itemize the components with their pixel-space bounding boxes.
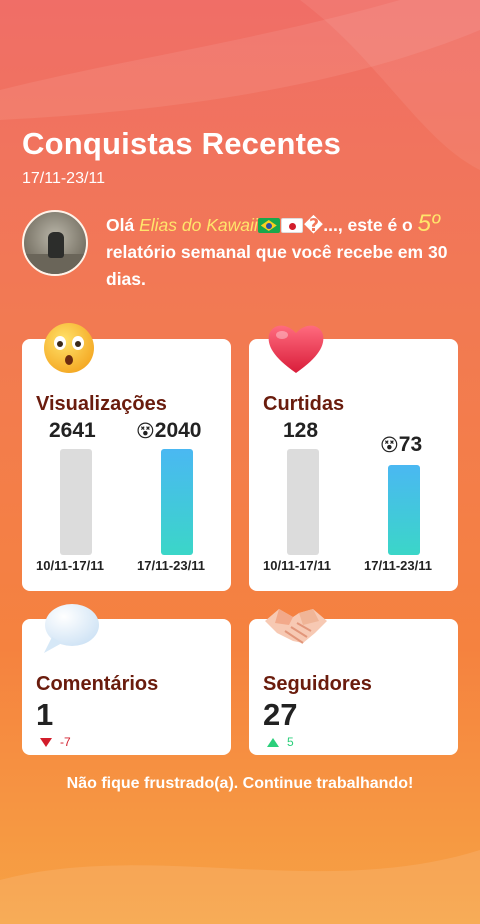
followers-card: Seguidores 27 5 [249, 609, 458, 755]
comments-label: Comentários [36, 673, 159, 695]
comments-value: 1 [36, 697, 54, 732]
views-cur-bar [161, 449, 193, 555]
comments-delta: -7 [40, 735, 71, 749]
likes-label: Curtidas [263, 393, 345, 415]
surprised-face-icon [44, 323, 94, 373]
likes-cur-period: 17/11-23/11 [364, 558, 432, 573]
likes-cur-value-wrap: 😵73 [380, 433, 422, 457]
page-title: Conquistas Recentes [22, 126, 342, 161]
handshake-icon [265, 609, 327, 644]
likes-cur-value: 73 [398, 433, 423, 456]
japan-flag-icon [280, 218, 303, 233]
dizzy-face-icon: 😵 [380, 435, 399, 455]
header: Conquistas Recentes 17/11-23/11 [22, 126, 341, 188]
date-range: 17/11-23/11 [22, 170, 106, 187]
likes-prev-period: 10/11-17/11 [263, 558, 331, 573]
brazil-flag-icon [257, 218, 280, 233]
likes-prev-value: 128 [283, 419, 319, 442]
greeting-section: Olá Elias do Kawaii �..., este é o 5º rel… [22, 208, 462, 298]
likes-prev-bar [287, 449, 319, 555]
arrow-up-icon [267, 737, 279, 747]
greeting-text: Olá Elias do Kawaii �..., este é o 5º rel… [106, 210, 462, 293]
followers-delta-value: 5 [287, 735, 294, 749]
comments-delta-value: -7 [60, 735, 71, 749]
user-name-suffix: �... [303, 215, 338, 235]
followers-delta: 5 [267, 735, 294, 749]
likes-card: Curtidas 128 😵73 10/11-17/11 17/11-23/11 [249, 325, 458, 591]
views-cur-value: 2040 [154, 419, 202, 442]
views-prev-period: 10/11-17/11 [36, 558, 104, 573]
followers-value: 27 [263, 697, 298, 732]
avatar [22, 210, 88, 276]
greeting-end: relatório semanal que você recebe em 30 … [106, 242, 448, 289]
encouragement-message: Não fique frustrado(a). Continue trabalh… [66, 775, 414, 792]
comments-card: Comentários 1 -7 [22, 604, 231, 755]
dizzy-face-icon: 😵 [136, 421, 155, 441]
views-prev-value: 2641 [49, 419, 96, 442]
user-name: Elias do Kawaii [139, 215, 258, 235]
views-card: Visualizações 2641 😵2040 10/11-17/11 17/… [22, 323, 231, 591]
views-cur-period: 17/11-23/11 [137, 558, 205, 573]
arrow-down-icon [40, 737, 52, 747]
likes-cur-bar [388, 465, 420, 555]
speech-bubble-icon [44, 604, 99, 653]
report-number: 5º [417, 210, 440, 237]
heart-icon [268, 325, 324, 373]
greeting-prefix: Olá [106, 215, 140, 235]
greeting-middle: , este é o [337, 215, 418, 235]
views-prev-bar [60, 449, 92, 555]
views-cur-value-wrap: 😵2040 [136, 419, 201, 443]
views-label: Visualizações [36, 393, 167, 415]
followers-label: Seguidores [263, 673, 372, 695]
